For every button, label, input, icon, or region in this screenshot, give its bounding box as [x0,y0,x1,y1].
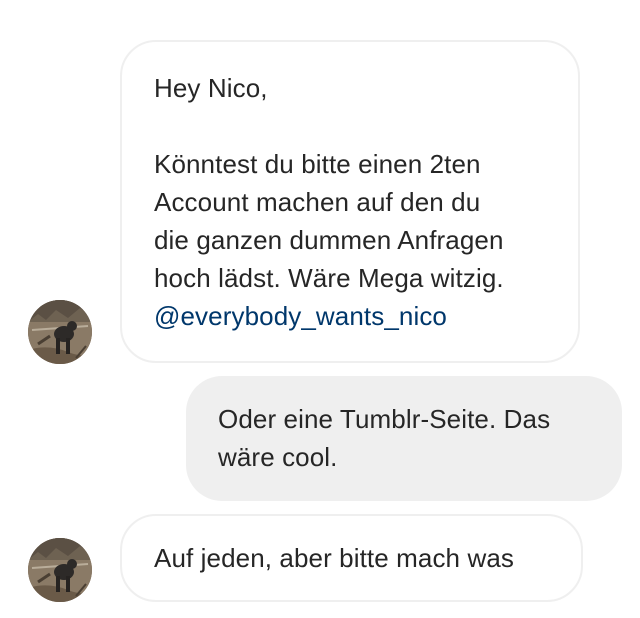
dog-avatar-image [28,300,92,364]
message-bubble-incoming[interactable]: Hey Nico, Könntest du bitte einen 2ten A… [120,40,580,363]
message-text-line: Könntest du bitte einen 2ten [154,149,481,179]
message-text-line: Account machen auf den du [154,187,481,217]
message-text-line: wäre cool. [218,442,338,472]
message-text-line: Auf jeden, aber bitte mach was [154,543,514,573]
message-text-line: hoch lädst. Wäre Mega witzig. [154,263,504,293]
mention-link[interactable]: @everybody_wants_nico [154,297,578,335]
message-bubble-incoming[interactable]: Auf jeden, aber bitte mach was [120,514,583,602]
dog-avatar-icon[interactable] [28,538,92,602]
message-text-line: Hey Nico, [154,73,268,103]
dog-avatar-image [28,538,92,602]
dog-avatar-icon[interactable] [28,300,92,364]
message-text-line: die ganzen dummen Anfragen [154,225,504,255]
message-text-line: Oder eine Tumblr-Seite. Das [218,404,551,434]
message-bubble-outgoing[interactable]: Oder eine Tumblr-Seite. Das wäre cool. [186,376,622,501]
